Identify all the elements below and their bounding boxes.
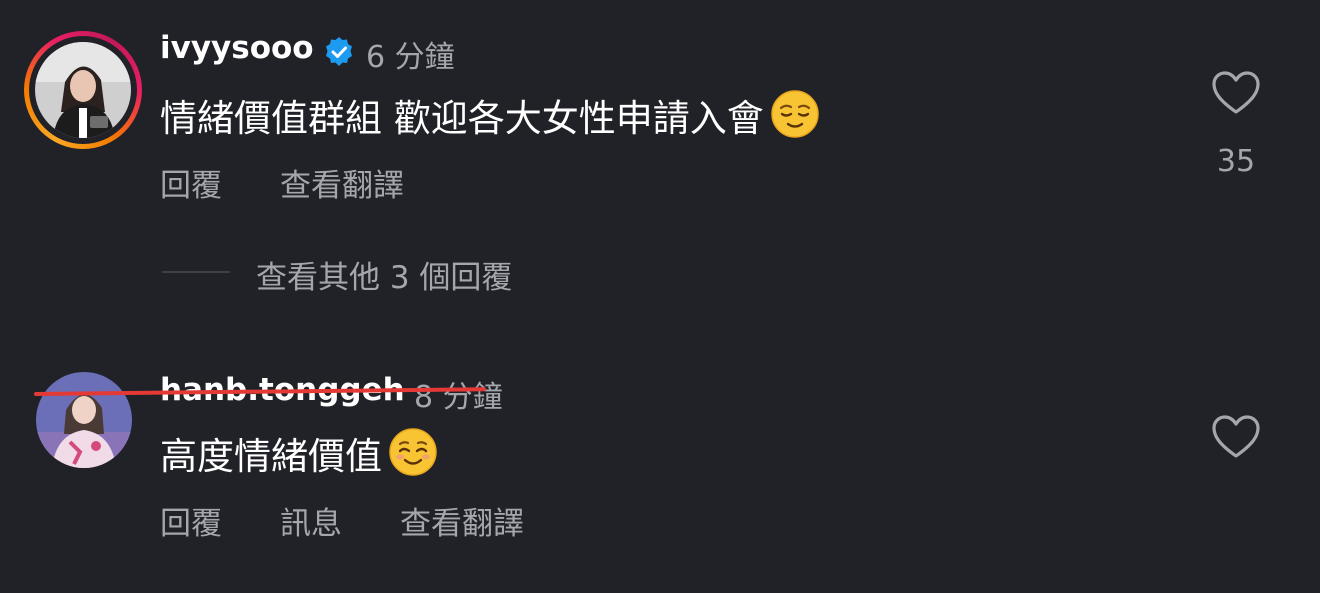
avatar-image <box>35 42 131 138</box>
comment-timestamp: 6 分鐘 <box>366 40 455 75</box>
comment-item: hanb.tonggeh 8 分鐘 高度情緒價值 回覆 訊息 查看翻譯 <box>0 340 1320 590</box>
see-translation-button[interactable]: 查看翻譯 <box>400 498 524 543</box>
relieved-face-emoji <box>770 89 820 148</box>
reply-button[interactable]: 回覆 <box>160 498 222 543</box>
message-button[interactable]: 訊息 <box>280 498 342 543</box>
comment-item: ivyysooo 6 分鐘 情緒價值群組 歡迎各大女性申請入會 回覆 查看翻譯 … <box>0 0 1320 320</box>
see-translation-button[interactable]: 查看翻譯 <box>280 160 404 205</box>
comment-text: 高度情緒價值 <box>160 426 438 486</box>
like-heart-icon[interactable] <box>1211 414 1261 464</box>
comment-username[interactable]: ivyysooo <box>160 30 314 66</box>
like-count: 35 <box>1216 144 1256 179</box>
comment-body: 情緒價值群組 歡迎各大女性申請入會 <box>160 97 764 140</box>
avatar[interactable] <box>36 372 132 468</box>
comment-timestamp: 8 分鐘 <box>414 380 503 415</box>
reply-button[interactable]: 回覆 <box>160 160 222 205</box>
verified-badge-icon <box>323 36 355 68</box>
replies-divider <box>162 271 230 273</box>
smiling-face-emoji <box>388 427 438 486</box>
avatar-image <box>36 372 132 468</box>
avatar[interactable] <box>24 31 142 149</box>
like-heart-icon[interactable] <box>1211 70 1261 120</box>
avatar-photo <box>35 42 131 138</box>
comment-body: 高度情緒價值 <box>160 435 382 478</box>
comment-text: 情緒價值群組 歡迎各大女性申請入會 <box>160 88 820 148</box>
view-more-replies-button[interactable]: 查看其他 3 個回覆 <box>256 252 512 297</box>
